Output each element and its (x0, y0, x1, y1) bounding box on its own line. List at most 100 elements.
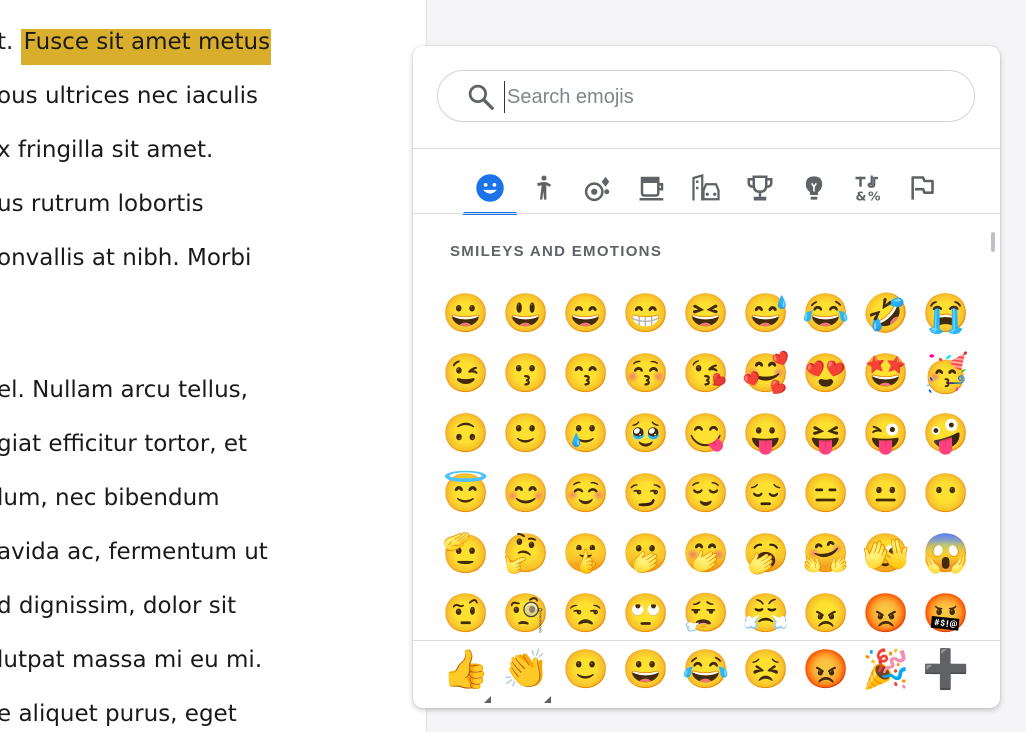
emoji-button[interactable]: 😗 (502, 350, 550, 398)
document-line: lum, nec bibendum (0, 485, 220, 511)
emoji-button[interactable]: 🤭 (682, 530, 730, 578)
emoji-button[interactable]: 😏 (622, 470, 670, 518)
emoji-button[interactable]: 🤫 (562, 530, 610, 578)
emoji-button[interactable]: 🤨 (442, 590, 490, 638)
emoji-button[interactable]: 🫣 (862, 530, 910, 578)
emoji-button[interactable]: 😇 (442, 470, 490, 518)
emoji-button[interactable]: 🥱 (742, 530, 790, 578)
skin-tone-variant-indicator (544, 696, 551, 703)
emoji-button[interactable]: 🙃 (442, 410, 490, 458)
emoji-button[interactable]: 🥰 (742, 350, 790, 398)
emoji-button[interactable]: 🧐 (502, 590, 550, 638)
document-line: ous ultrices nec iaculis (0, 83, 259, 109)
emoji-button[interactable]: 😊 (502, 470, 550, 518)
selected-text-highlight[interactable]: Fusce sit amet metus (20, 29, 272, 65)
emoji-button[interactable]: 😠 (802, 590, 850, 638)
recent-emoji-button[interactable]: 😀 (622, 646, 670, 694)
category-tabs: & % (463, 164, 943, 215)
document-line: us rutrum lobortis (0, 191, 204, 217)
emoji-button[interactable]: 😮‍💨 (682, 590, 730, 638)
emoji-button[interactable]: 🙂 (502, 410, 550, 458)
recent-emoji-button[interactable]: ➕ (922, 646, 970, 694)
recent-emoji-button[interactable]: 😣 (742, 646, 790, 694)
emoji-button[interactable]: 🤩 (862, 350, 910, 398)
lightbulb-objects-icon (805, 176, 823, 200)
search-input[interactable] (504, 81, 949, 113)
emoji-button[interactable]: 🥳 (922, 350, 970, 398)
tab-smileys[interactable] (463, 164, 517, 215)
document-line: lutpat massa mi eu mi. (0, 647, 263, 673)
emoji-button[interactable]: 🫡 (442, 530, 490, 578)
smiley-icon (476, 174, 504, 202)
tab-activities[interactable] (733, 164, 787, 212)
document-line: giat efficitur tortor, et (0, 431, 248, 457)
search-icon (468, 84, 494, 110)
emoji-button[interactable]: 😜 (862, 410, 910, 458)
emoji-button[interactable]: 😒 (562, 590, 610, 638)
emoji-button[interactable]: 😭 (922, 290, 970, 338)
document-canvas[interactable]: t. Fusce sit amet metus ous ultrices nec … (0, 0, 427, 732)
emoji-button[interactable]: 🙄 (622, 590, 670, 638)
emoji-button[interactable]: 😍 (802, 350, 850, 398)
document-line: d dignissim, dolor sit (0, 593, 237, 619)
emoji-button[interactable]: 🤪 (922, 410, 970, 458)
emoji-button[interactable]: 😡 (862, 590, 910, 638)
tab-nature[interactable] (571, 164, 625, 212)
emoji-button[interactable]: 😤 (742, 590, 790, 638)
emoji-button[interactable]: 😋 (682, 410, 730, 458)
emoji-button[interactable]: 🤔 (502, 530, 550, 578)
emoji-button[interactable]: 😆 (682, 290, 730, 338)
flag-icon (911, 176, 934, 200)
person-icon (537, 175, 551, 200)
emoji-button[interactable]: 😉 (442, 350, 490, 398)
emoji-button[interactable]: 😛 (742, 410, 790, 458)
emoji-button[interactable]: 😐 (862, 470, 910, 518)
emoji-button[interactable]: 😄 (562, 290, 610, 338)
emoji-button[interactable]: 🥲 (562, 410, 610, 458)
nature-icon (584, 176, 610, 202)
document-line: x fringilla sit amet. (0, 137, 214, 163)
document-line: onvallis at nibh. Morbi (0, 245, 252, 271)
emoji-button[interactable]: 😀 (442, 290, 490, 338)
emoji-button[interactable]: 🤣 (862, 290, 910, 338)
emoji-button[interactable]: 😚 (622, 350, 670, 398)
emoji-button[interactable]: 😘 (682, 350, 730, 398)
tab-flags[interactable] (895, 164, 949, 212)
document-line: avida ac, fermentum ut (0, 539, 268, 565)
recent-emoji-button[interactable]: 😂 (682, 646, 730, 694)
emoji-button[interactable]: 😑 (802, 470, 850, 518)
tab-people[interactable] (517, 164, 571, 212)
emoji-button[interactable]: 😃 (502, 290, 550, 338)
svg-text:%: % (868, 189, 881, 204)
tab-travel[interactable] (679, 164, 733, 212)
emoji-button[interactable]: 😅 (742, 290, 790, 338)
recent-emoji-button[interactable]: 😡 (802, 646, 850, 694)
emoji-button[interactable]: 😌 (682, 470, 730, 518)
recent-emoji-button[interactable]: 🙂 (562, 646, 610, 694)
svg-text:&: & (856, 189, 867, 204)
food-drink-icon (639, 176, 664, 201)
emoji-button[interactable]: 😂 (802, 290, 850, 338)
emoji-button[interactable]: 🤗 (802, 530, 850, 578)
emoji-button[interactable]: 🤬 (922, 590, 970, 638)
tab-food-drink[interactable] (625, 164, 679, 212)
scrollbar-thumb[interactable] (991, 232, 995, 252)
section-title: SMILEYS AND EMOTIONS (450, 243, 663, 260)
search-box[interactable] (437, 70, 975, 122)
emoji-button[interactable]: 😱 (922, 530, 970, 578)
tab-objects[interactable] (787, 164, 841, 212)
emoji-button[interactable]: 😙 (562, 350, 610, 398)
recent-emoji-button[interactable]: 👏 (502, 646, 550, 694)
recent-emoji-button[interactable]: 👍 (442, 646, 490, 694)
emoji-button[interactable]: 😁 (622, 290, 670, 338)
emoji-button[interactable]: 🥹 (622, 410, 670, 458)
emoji-button[interactable]: ☺️ (562, 470, 610, 518)
emoji-button[interactable]: 🫢 (622, 530, 670, 578)
trophy-activities-icon (747, 175, 773, 201)
emoji-button[interactable]: 😝 (802, 410, 850, 458)
tab-symbols[interactable]: & % (841, 164, 895, 212)
emoji-button[interactable]: 😔 (742, 470, 790, 518)
recent-emoji-button[interactable]: 🎉 (862, 646, 910, 694)
travel-places-icon (692, 174, 720, 201)
emoji-button[interactable]: 😶 (922, 470, 970, 518)
